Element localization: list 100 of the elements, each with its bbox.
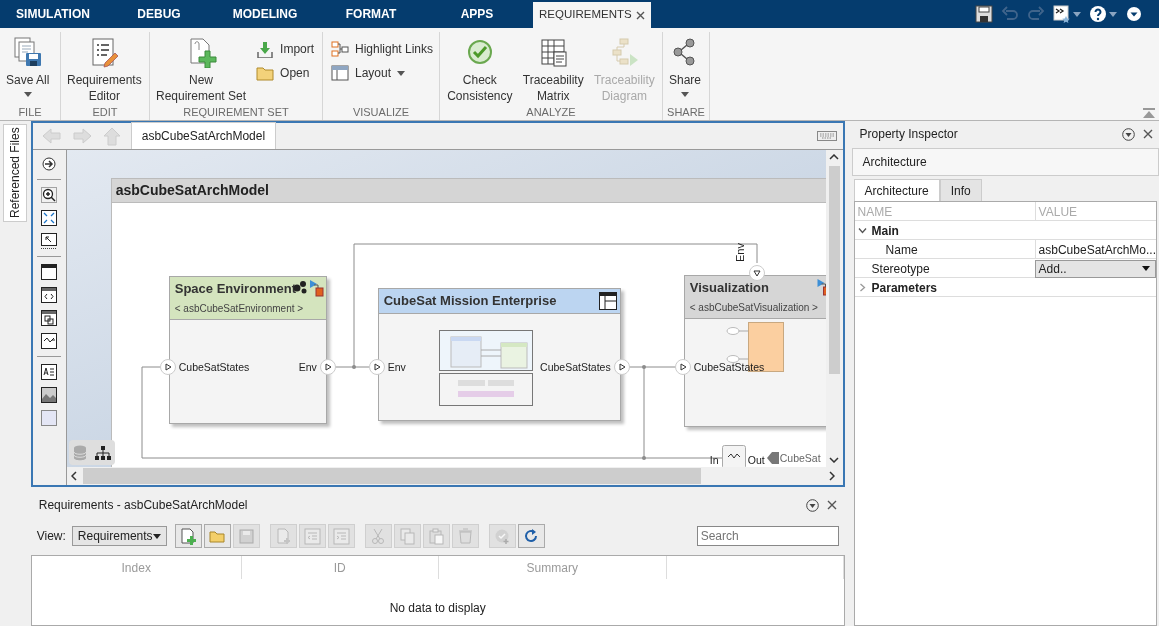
ribbon-button[interactable]: Requirements Editor [65, 32, 144, 104]
collapsed-chevron-icon[interactable] [857, 283, 867, 292]
command-button[interactable] [1053, 5, 1081, 23]
close-icon[interactable] [635, 10, 645, 20]
property-value[interactable]: asbCubeSatArchMo... [1038, 240, 1156, 259]
out-port-icon[interactable] [766, 452, 779, 464]
left-chevron-icon[interactable] [70, 471, 77, 481]
pan-icon[interactable] [41, 156, 58, 172]
keyboard-icon[interactable] [816, 131, 837, 141]
group-label[interactable]: Main [871, 221, 899, 240]
right-chevron-icon[interactable] [828, 471, 835, 481]
scissors-icon [369, 527, 387, 545]
view-dropdown[interactable]: Requirements [71, 526, 167, 546]
software-component-icon[interactable] [41, 287, 58, 303]
ribbon-button[interactable]: Layout [327, 62, 438, 84]
stereotype-label: < asbCubeSatVisualization > [689, 300, 818, 315]
help-icon [1089, 5, 1107, 23]
caret-icon [23, 92, 32, 97]
image-icon[interactable] [41, 387, 58, 403]
side-tab[interactable]: Referenced Files [3, 124, 27, 222]
ribbon-button[interactable]: Check Consistency [445, 32, 515, 104]
toolbar-button[interactable] [517, 524, 545, 548]
ribbon-button[interactable]: Traceability Matrix [520, 32, 586, 104]
group-label: VISUALIZE [351, 105, 411, 120]
port-icon[interactable] [319, 359, 336, 375]
outdent-icon [303, 527, 321, 545]
inspector-tab[interactable]: Info [939, 179, 982, 201]
zoom-area-icon[interactable] [41, 233, 58, 249]
caret-icon [397, 70, 406, 76]
down-chevron-icon[interactable] [829, 457, 840, 463]
frame-title: asbCubeSatArchModel [115, 181, 269, 200]
ribbon-button[interactable]: Import [252, 38, 319, 60]
ribbon-tab[interactable]: MODELING [212, 0, 318, 28]
component-block[interactable]: CubeSat Mission Enterprise Env CubeSatStates [377, 288, 621, 421]
port-label: Env [734, 243, 746, 262]
collapse-icon [1125, 5, 1143, 23]
ribbon-button[interactable]: Open [252, 62, 319, 84]
redo-icon [1027, 5, 1045, 23]
collapse-ribbon-icon[interactable] [1143, 108, 1155, 118]
port-icon[interactable] [748, 265, 765, 281]
linked-blocks-icon [331, 40, 349, 58]
component-title: Visualization [689, 279, 769, 297]
ribbon-tab[interactable]: APPS [424, 0, 530, 28]
panel-menu-icon[interactable] [1122, 127, 1135, 141]
close-icon[interactable] [1143, 129, 1153, 139]
document-plus-icon [179, 527, 197, 545]
zoom-in-icon[interactable] [41, 187, 58, 203]
port-icon[interactable] [368, 359, 385, 375]
ribbon-tab[interactable]: DEBUG [106, 0, 212, 28]
inspector-tab[interactable]: Architecture [853, 179, 940, 201]
adapter-block-icon[interactable] [721, 445, 746, 467]
close-icon[interactable] [826, 500, 837, 510]
caret-icon [1109, 11, 1117, 17]
ribbon-button[interactable]: Highlight Links [327, 38, 438, 60]
help-button[interactable] [1089, 5, 1117, 23]
group-label: ANALYZE [525, 105, 577, 120]
ribbon-button[interactable]: Save All [4, 32, 52, 97]
save-button[interactable] [975, 5, 993, 23]
expanded-chevron-icon[interactable] [857, 226, 867, 235]
ribbon-button[interactable]: Share [667, 32, 704, 97]
save-all-icon [11, 36, 44, 68]
port-icon[interactable] [674, 359, 691, 375]
ribbon-tab[interactable]: FORMAT [318, 0, 424, 28]
trash-icon [456, 527, 474, 545]
component-icon[interactable] [41, 264, 58, 280]
caret-icon [1142, 266, 1150, 271]
search-field[interactable]: Search [696, 526, 839, 546]
group-label: SHARE [666, 105, 706, 120]
save-icon [975, 5, 993, 23]
up-chevron-icon[interactable] [829, 154, 840, 160]
area-icon[interactable] [41, 410, 58, 426]
fit-view-icon[interactable] [41, 210, 58, 226]
reference-badge-icon [816, 278, 826, 296]
header-label: Architecture [862, 154, 927, 171]
copy-icon [398, 527, 416, 545]
port-icon[interactable] [613, 359, 630, 375]
toolbar-button[interactable] [174, 524, 202, 548]
stereotype-label: < asbCubeSatEnvironment > [174, 301, 304, 316]
ribbon-tab[interactable]: SIMULATION [0, 0, 106, 28]
hierarchy-icon[interactable] [94, 445, 111, 460]
component-block[interactable]: Visualization < asbCubeSatVisualization > CubeSatStates [683, 275, 826, 427]
group-label[interactable]: Parameters [871, 278, 937, 297]
adapter-icon[interactable] [41, 333, 58, 349]
collapse-button[interactable] [1125, 5, 1143, 23]
layout-icon [331, 64, 349, 82]
port-label: CubeSatStates [540, 361, 611, 374]
annotation-icon[interactable] [41, 364, 58, 380]
save-icon [237, 527, 255, 545]
ribbon-button[interactable]: New Requirement Set [154, 32, 249, 104]
group-label: EDIT [91, 105, 119, 120]
stereotype-dropdown[interactable]: Add.. [1034, 259, 1156, 278]
port-icon[interactable] [159, 359, 176, 375]
document-plus-icon [274, 527, 292, 545]
component-block[interactable]: Space Environment < asbCubeSatEnvironment > CubeSatStates Env [168, 276, 327, 424]
paste-icon [427, 527, 445, 545]
port-label: CubeSatStates [178, 361, 250, 374]
panel-menu-icon[interactable] [805, 498, 819, 512]
ribbon-tab[interactable]: REQUIREMENTS [533, 2, 651, 28]
reference-component-icon[interactable] [41, 310, 58, 326]
editor-tab[interactable]: asbCubeSatArchModel [130, 122, 277, 149]
